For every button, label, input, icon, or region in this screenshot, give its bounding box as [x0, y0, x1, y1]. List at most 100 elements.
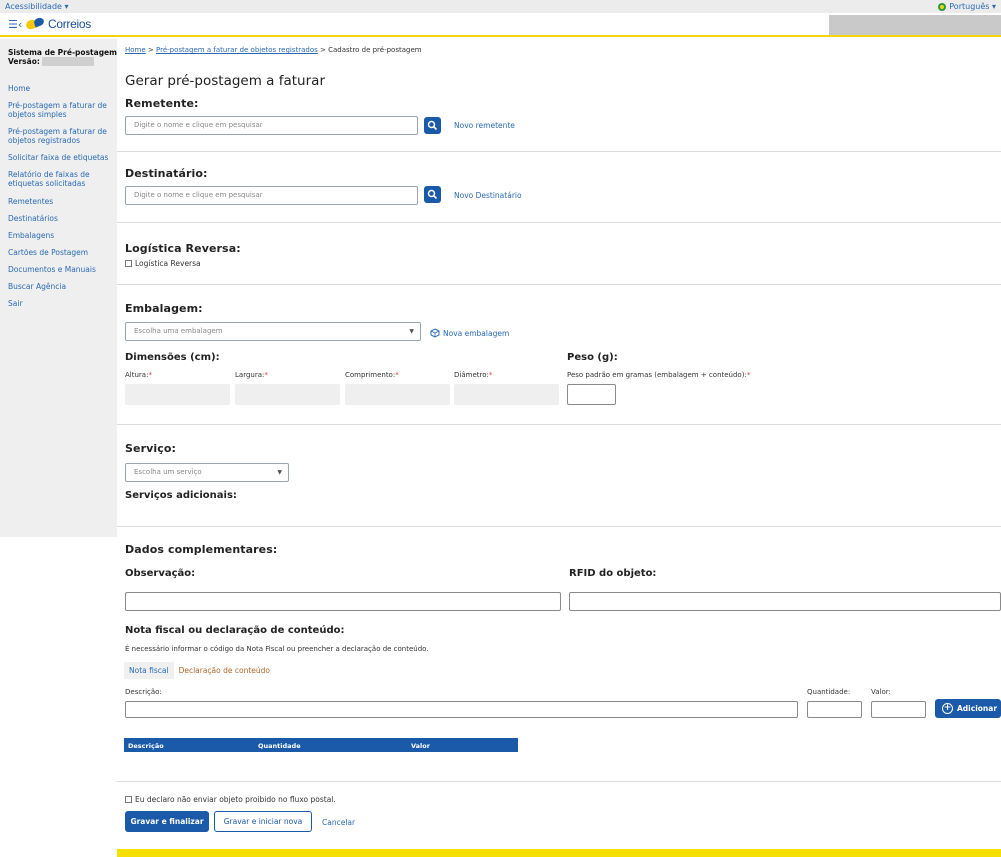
gravar-finalizar-button[interactable]: Gravar e finalizar — [125, 811, 209, 832]
nota-fiscal-title: Nota fiscal ou declaração de conteúdo: — [125, 625, 345, 636]
comprimento-label: Comprimento:* — [345, 371, 399, 379]
quantidade-input[interactable] — [807, 701, 862, 718]
novo-remetente-link[interactable]: Novo remetente — [454, 121, 515, 130]
sidebar-item-embalagens[interactable]: Embalagens — [8, 231, 114, 240]
divider — [117, 424, 1001, 425]
sidebar-item-relatorio-faixas[interactable]: Relatório de faixas de etiquetas solicit… — [8, 170, 114, 188]
divider — [117, 526, 1001, 527]
sidebar-item-pre-postagem-simples[interactable]: Pré-postagem a faturar de objetos simple… — [8, 101, 114, 119]
menu-toggle-icon[interactable]: ☰‹ — [8, 19, 22, 31]
divider — [117, 222, 1001, 223]
descricao-input[interactable] — [125, 701, 798, 718]
footer-bar — [117, 849, 1001, 857]
observacao-input[interactable] — [125, 592, 561, 611]
remetente-title: Remetente: — [125, 97, 199, 110]
embalagem-select[interactable]: Escolha uma embalagem ▼ — [125, 322, 421, 341]
destinatario-search-button[interactable] — [424, 186, 441, 203]
accessibility-menu[interactable]: Acessibilidade ▾ — [5, 2, 69, 11]
items-table-header: Descrição Quantidade Valor — [124, 738, 518, 752]
valor-input[interactable] — [871, 701, 926, 718]
divider — [117, 151, 1001, 152]
altura-label: Altura:* — [125, 371, 152, 379]
declaro-checkbox-row[interactable]: Eu declaro não enviar objeto proibido no… — [125, 795, 336, 804]
col-valor: Valor — [411, 742, 430, 750]
servico-title: Serviço: — [125, 442, 177, 455]
logistica-title: Logística Reversa: — [125, 242, 241, 255]
sidebar-item-solicitar-faixa[interactable]: Solicitar faixa de etiquetas — [8, 153, 114, 162]
page-title: Gerar pré-postagem a faturar — [125, 73, 325, 89]
breadcrumb-current: Cadastro de pré-postagem — [328, 46, 422, 54]
nota-fiscal-info: É necessário informar o código da Nota F… — [125, 645, 429, 653]
declaro-label: Eu declaro não enviar objeto proibido no… — [135, 795, 336, 804]
rfid-label: RFID do objeto: — [569, 568, 657, 579]
adicionar-button[interactable]: + Adicionar — [935, 699, 1001, 718]
servico-select-value: Escolha um serviço — [134, 468, 202, 476]
rfid-input[interactable] — [569, 592, 1001, 611]
breadcrumb-home-link[interactable]: Home — [125, 46, 146, 54]
user-info-box — [829, 15, 1001, 35]
servicos-adicionais-title: Serviços adicionais: — [125, 490, 237, 501]
divider — [117, 284, 1001, 285]
remetente-search-button[interactable] — [424, 117, 441, 134]
header: ☰‹ Correios — [0, 13, 1001, 37]
col-quantidade: Quantidade — [258, 742, 301, 750]
sidebar-item-sair[interactable]: Sair — [8, 299, 114, 308]
novo-destinatario-link[interactable]: Novo Destinatário — [454, 191, 522, 200]
dimensoes-title: Dimensões (cm): — [125, 352, 220, 363]
logistica-reversa-checkbox[interactable] — [125, 260, 132, 267]
largura-field[interactable] — [235, 384, 340, 405]
remetente-search-input[interactable]: Digite o nome e clique em pesquisar — [125, 116, 418, 135]
search-icon — [427, 120, 438, 131]
language-label: Português ▾ — [949, 2, 996, 11]
package-icon — [430, 328, 440, 338]
sidebar-item-remetentes[interactable]: Remetentes — [8, 197, 114, 206]
chevron-down-icon: ▼ — [277, 469, 282, 476]
logo-text: Correios — [48, 17, 91, 31]
nota-tabs: Nota fiscal Declaração de conteúdo — [124, 662, 275, 679]
breadcrumb-parent-link[interactable]: Pré-postagem a faturar de objetos regist… — [156, 46, 318, 54]
sidebar-item-pre-postagem-registrados[interactable]: Pré-postagem a faturar de objetos regist… — [8, 127, 114, 145]
version-label: Versão: — [8, 57, 40, 66]
destinatario-search-input[interactable]: Digite o nome e clique em pesquisar — [125, 186, 418, 205]
diametro-field[interactable] — [454, 384, 559, 405]
dados-complementares-title: Dados complementares: — [125, 543, 278, 556]
quantidade-label: Quantidade: — [807, 688, 851, 696]
system-title: Sistema de Pré-postagem Versão: — [8, 48, 117, 66]
breadcrumb: Home > Pré-postagem a faturar de objetos… — [125, 46, 422, 54]
descricao-label: Descrição: — [125, 688, 162, 696]
language-selector[interactable]: Português ▾ — [938, 2, 996, 11]
sidebar-bottom-blank — [0, 537, 117, 857]
brazil-flag-icon — [938, 2, 947, 11]
logistica-reversa-checkbox-row[interactable]: Logística Reversa — [125, 259, 201, 268]
sidebar-item-cartoes[interactable]: Cartões de Postagem — [8, 248, 114, 257]
peso-label: Peso padrão em gramas (embalagem + conte… — [567, 371, 751, 379]
plus-circle-icon: + — [942, 703, 953, 714]
declaro-checkbox[interactable] — [125, 796, 132, 803]
top-bar: Acessibilidade ▾ Português ▾ — [0, 0, 1001, 13]
sidebar-item-destinatarios[interactable]: Destinatários — [8, 214, 114, 223]
tab-nota-fiscal[interactable]: Nota fiscal — [124, 662, 174, 679]
sidebar-item-documentos[interactable]: Documentos e Manuais — [8, 265, 114, 274]
cancelar-link[interactable]: Cancelar — [322, 818, 355, 827]
sidebar-item-buscar-agencia[interactable]: Buscar Agência — [8, 282, 114, 291]
servico-select[interactable]: Escolha um serviço ▼ — [125, 463, 289, 482]
peso-title: Peso (g): — [567, 352, 618, 363]
correios-logo[interactable]: Correios — [24, 16, 91, 31]
destinatario-title: Destinatário: — [125, 167, 208, 180]
diametro-label: Diâmetro:* — [454, 371, 493, 379]
largura-label: Largura:* — [235, 371, 268, 379]
valor-label: Valor: — [871, 688, 891, 696]
logistica-reversa-label: Logística Reversa — [135, 259, 201, 268]
gravar-iniciar-nova-button[interactable]: Gravar e iniciar nova — [214, 811, 312, 832]
correios-logo-icon — [24, 16, 46, 31]
comprimento-field[interactable] — [345, 384, 450, 405]
tab-declaracao-conteudo[interactable]: Declaração de conteúdo — [174, 662, 275, 679]
sidebar-item-home[interactable]: Home — [8, 84, 114, 93]
altura-field[interactable] — [125, 384, 230, 405]
chevron-down-icon: ▼ — [409, 328, 414, 335]
col-descricao: Descrição — [128, 742, 164, 750]
peso-input[interactable] — [567, 384, 616, 405]
nova-embalagem-link[interactable]: Nova embalagem — [430, 328, 509, 338]
observacao-label: Observação: — [125, 568, 196, 579]
version-value-redacted — [41, 57, 94, 66]
